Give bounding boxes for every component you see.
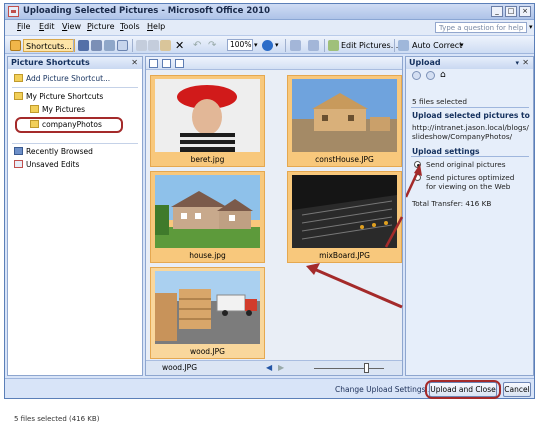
- add-folder-icon: [14, 74, 23, 82]
- shortcuts-button[interactable]: Shortcuts...: [23, 39, 75, 52]
- my-pictures-label: My Pictures: [42, 105, 85, 114]
- menu-view[interactable]: View: [62, 22, 81, 31]
- maximize-button[interactable]: □: [505, 6, 517, 17]
- toolbar-options-icon[interactable]: ▾: [275, 39, 279, 52]
- undo-icon[interactable]: ↶: [193, 39, 201, 52]
- zoom-slider-thumb[interactable]: [364, 363, 369, 373]
- print-icon[interactable]: [104, 40, 115, 51]
- change-upload-settings-link[interactable]: Change Upload Settings...: [335, 385, 433, 394]
- app-icon: [8, 6, 19, 17]
- unsaved-icon: [14, 160, 23, 168]
- pane-title: Picture Shortcuts ✕: [8, 57, 142, 69]
- my-picture-shortcuts-item[interactable]: My Picture Shortcuts: [14, 91, 103, 102]
- current-filename: wood.JPG: [162, 363, 198, 372]
- paste-icon[interactable]: [160, 40, 171, 51]
- edit-pictures-button[interactable]: Edit Pictures...: [341, 39, 398, 52]
- my-shortcuts-label: My Picture Shortcuts: [26, 92, 104, 101]
- menu-file[interactable]: File: [17, 22, 30, 31]
- my-pictures-folder-icon: [30, 105, 39, 113]
- rotate-right-icon[interactable]: [308, 40, 319, 51]
- add-shortcut-label: Add Picture Shortcut...: [26, 74, 111, 83]
- menu-tools[interactable]: Tools: [120, 22, 140, 31]
- auto-correct-button[interactable]: Auto Correct: [412, 39, 462, 52]
- picture-shortcuts-title: Picture Shortcuts: [11, 58, 90, 67]
- edit-pictures-icon: [328, 40, 339, 51]
- highlight-annotation: [15, 117, 123, 133]
- auto-correct-icon: [398, 40, 409, 51]
- delete-icon[interactable]: ✕: [175, 39, 184, 52]
- status-text: 5 files selected (416 KB): [14, 415, 100, 423]
- menu-help[interactable]: Help: [147, 22, 165, 31]
- next-icon[interactable]: ▶: [278, 363, 284, 372]
- menu-bar: File Edit View Picture Tools Help Type a…: [5, 20, 534, 35]
- help-dropdown-icon[interactable]: ▾: [529, 23, 533, 31]
- cut-icon[interactable]: [136, 40, 147, 51]
- thumbnail-area: beret.jpg constHouse.JPG house.jpg mixBo…: [145, 56, 404, 376]
- thumbnail-footer: wood.JPG ◀ ▶: [146, 360, 402, 375]
- redo-icon[interactable]: ↷: [208, 39, 216, 52]
- zoom-dropdown-icon[interactable]: ▾: [254, 39, 258, 52]
- my-pictures-item[interactable]: My Pictures: [30, 104, 85, 115]
- unsaved-edits-item[interactable]: Unsaved Edits: [14, 159, 79, 170]
- annotation-arrows: [306, 216, 404, 309]
- close-pane-icon[interactable]: ✕: [131, 57, 138, 69]
- recent-icon: [14, 147, 23, 155]
- minimize-button[interactable]: _: [491, 6, 503, 17]
- shortcuts-folder-icon: [14, 92, 23, 100]
- upload-pane: Upload ▾ ✕ ⌂ 5 files selected Upload sel…: [405, 56, 534, 376]
- button-highlight-annotation: [425, 380, 501, 399]
- recently-browsed-label: Recently Browsed: [26, 147, 93, 156]
- add-picture-shortcut-link[interactable]: Add Picture Shortcut...: [14, 73, 110, 84]
- app-window: Uploading Selected Pictures - Microsoft …: [4, 3, 535, 423]
- picture-shortcuts-pane: Picture Shortcuts ✕ Add Picture Shortcut…: [7, 56, 143, 423]
- zoom-slider-track: [314, 368, 384, 369]
- menu-edit[interactable]: Edit: [39, 22, 55, 31]
- zoom-select[interactable]: 100%: [227, 39, 253, 51]
- cancel-button[interactable]: Cancel: [503, 382, 531, 397]
- window-title: Uploading Selected Pictures - Microsoft …: [23, 6, 270, 16]
- menu-picture[interactable]: Picture: [87, 22, 115, 31]
- mail-icon[interactable]: [117, 40, 128, 51]
- save-icon[interactable]: [78, 40, 89, 51]
- bottom-bar: Change Upload Settings... Upload and Clo…: [5, 378, 534, 399]
- previous-icon[interactable]: ◀: [266, 363, 272, 372]
- title-bar: Uploading Selected Pictures - Microsoft …: [5, 4, 534, 20]
- help-search-input[interactable]: Type a question for help: [435, 22, 527, 33]
- unsaved-edits-label: Unsaved Edits: [26, 160, 80, 169]
- help-icon[interactable]: [262, 40, 273, 51]
- copy-icon[interactable]: [148, 40, 159, 51]
- toolbar: Shortcuts... ✕ ↶ ↷ 100% ▾ ▾ Edit Picture…: [5, 35, 534, 54]
- close-button[interactable]: ×: [519, 6, 531, 17]
- shortcuts-icon: [10, 40, 21, 51]
- recently-browsed-item[interactable]: Recently Browsed: [14, 146, 93, 157]
- toolbar-overflow-icon[interactable]: ▾: [460, 39, 464, 52]
- save-all-icon[interactable]: [91, 40, 102, 51]
- rotate-left-icon[interactable]: [290, 40, 301, 51]
- option-arrow: [406, 164, 422, 198]
